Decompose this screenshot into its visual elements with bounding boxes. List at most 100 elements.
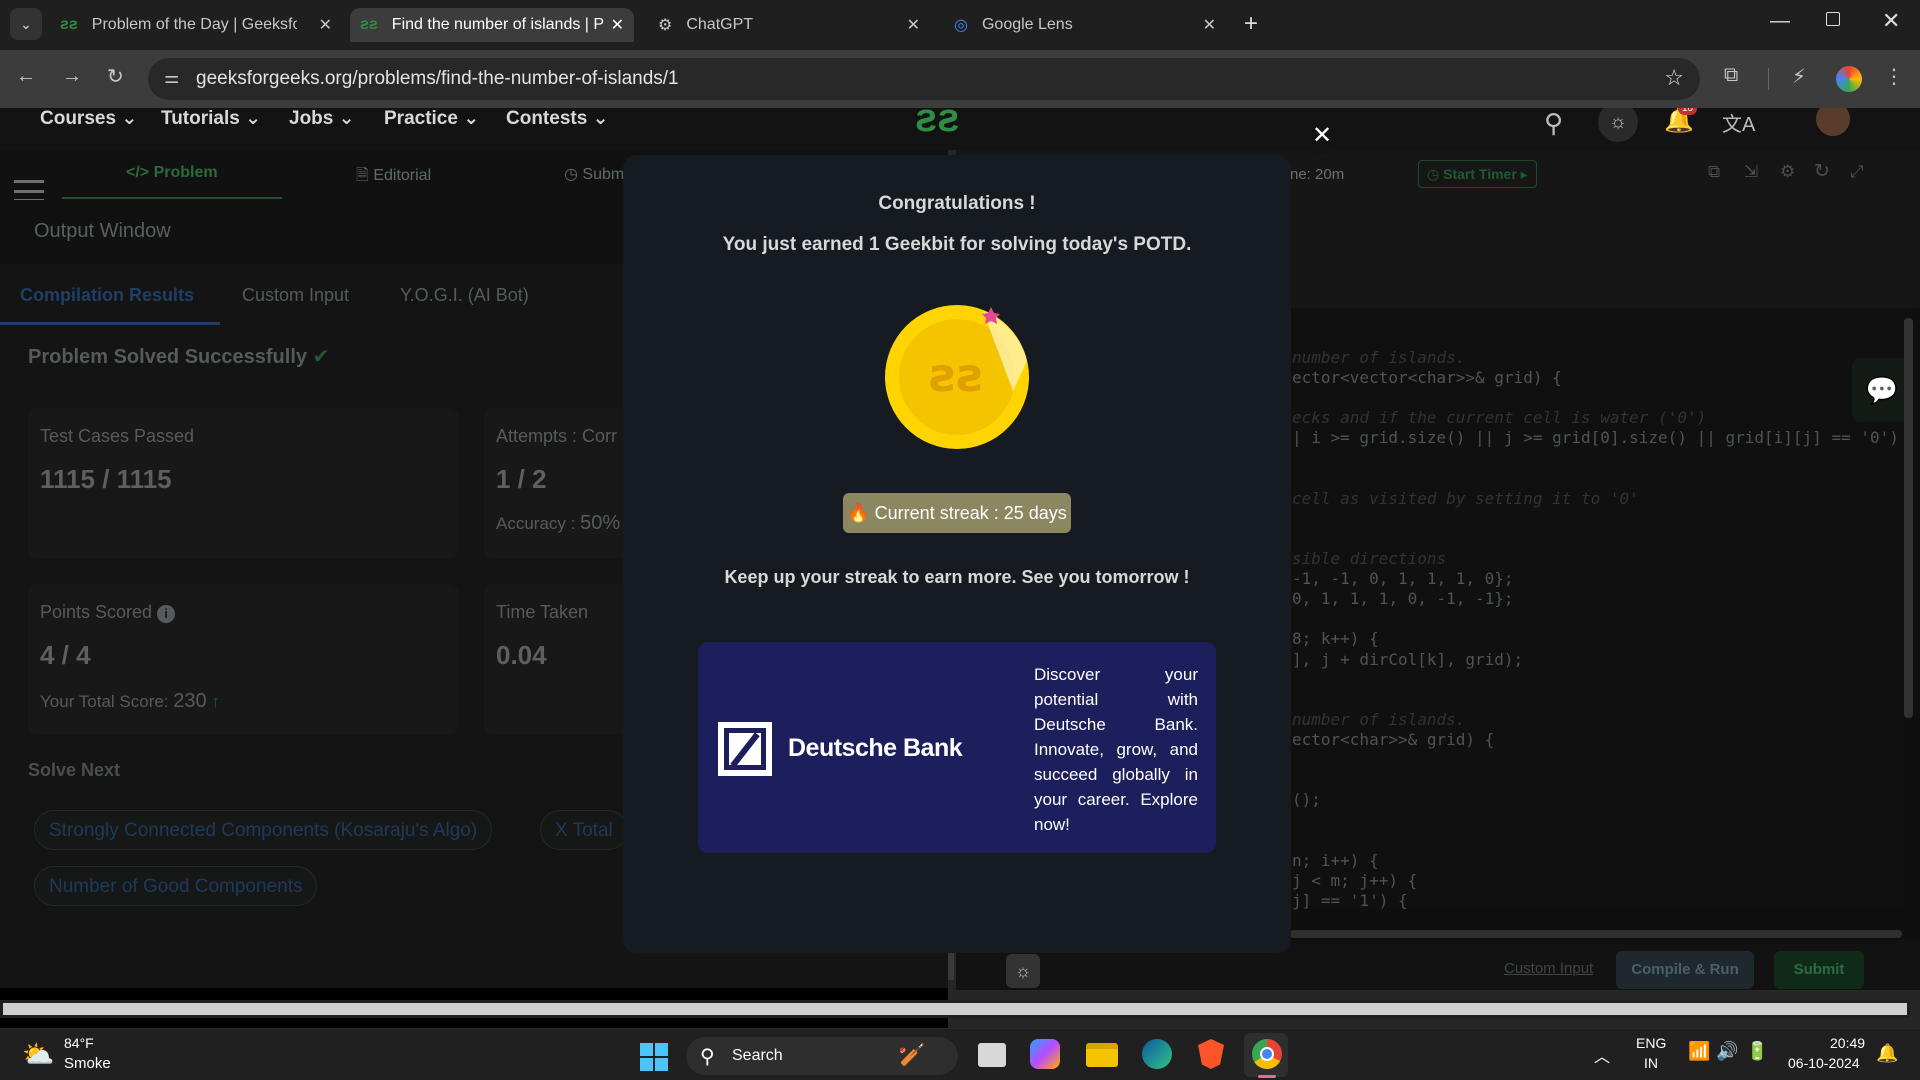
editor-hscrollbar[interactable] [1290,930,1902,938]
panel-splitter[interactable] [948,950,954,980]
edge-icon[interactable] [1142,1039,1172,1069]
minimize-button[interactable]: — [1770,10,1790,33]
close-tab-icon[interactable]: ✕ [1203,15,1216,35]
export-icon[interactable]: ⇲ [1744,162,1758,182]
site-info-icon[interactable]: ⚌ [164,68,179,88]
weather-desc: Smoke [64,1055,111,1072]
close-tab-icon[interactable]: ✕ [611,15,624,35]
notification-bell-icon[interactable]: 🔔 [1876,1043,1898,1064]
info-icon[interactable]: i [157,605,176,623]
editor-scrollbar[interactable] [1904,318,1913,718]
divider [1768,68,1769,90]
page-hscrollbar[interactable] [0,1000,1910,1018]
taskbar-search-box[interactable]: ⚲ Search 🏏 [686,1037,958,1075]
language-top[interactable]: ENG [1636,1035,1666,1051]
gfg-logo[interactable]: ƨƨ [915,108,960,141]
theme-toggle-icon[interactable]: ☼ [1598,108,1638,142]
task-view-icon[interactable] [978,1043,1006,1067]
volume-icon[interactable]: 🔊 [1716,1041,1738,1062]
user-avatar[interactable] [1816,108,1850,136]
translate-icon[interactable]: 文A [1722,108,1755,137]
clock-time[interactable]: 20:49 [1830,1035,1865,1051]
next-problem-chip[interactable]: X Total [540,810,628,850]
settings-gear-icon[interactable]: ⚙ [1780,162,1795,182]
extensions-icon[interactable]: ⧉ [1724,64,1738,87]
hamburger-menu-icon[interactable] [14,180,44,202]
deutsche-bank-ad[interactable]: Deutsche Bank Discover your potential wi… [698,642,1216,853]
tab-title: Google Lens [981,16,1073,33]
streak-badge: 🔥 Current streak : 25 days [843,493,1071,533]
nav-label: Jobs [289,108,334,129]
result-tab-custom-input[interactable]: Custom Input [242,285,349,306]
profile-avatar[interactable] [1836,66,1862,92]
performance-icon[interactable]: ⚡ [1792,64,1806,89]
code-line: ecks and if the current cell is water ('… [1292,408,1707,428]
tab-find-islands[interactable]: ƨƨ Find the number of islands | Pra ✕ [350,8,634,42]
chat-fab[interactable]: 💬 [1852,358,1912,422]
ad-brand-name: Deutsche Bank [788,734,963,762]
windows-start-icon[interactable] [640,1043,668,1071]
reset-icon[interactable]: ↻ [1814,160,1830,183]
tab-problem-of-the-day[interactable]: ƨƨ Problem of the Day | GeeksforG ✕ [52,8,342,42]
back-icon[interactable]: ← [16,65,36,88]
google-lens-favicon-icon: ◎ [954,17,968,34]
wifi-icon[interactable]: 📶 [1688,1041,1710,1062]
nav-tutorials[interactable]: Tutorials ⌄ [161,108,261,150]
reload-icon[interactable]: ↻ [107,64,124,89]
tab-google-lens[interactable]: ◎ Google Lens ✕ [948,8,1226,42]
tab-chatgpt[interactable]: ⚙ ChatGPT ✕ [650,8,930,42]
tab-title: Problem of the Day | GeeksforG [91,16,297,33]
code-line: j < m; j++) { [1292,870,1418,890]
nav-jobs[interactable]: Jobs ⌄ [289,108,355,150]
nav-contests[interactable]: Contests ⌄ [506,108,609,150]
chevron-down-icon: ⌄ [245,108,262,129]
close-tab-icon[interactable]: ✕ [319,15,332,35]
new-tab-button[interactable]: + [1244,10,1258,38]
accuracy-label: Accuracy : [496,514,576,533]
bulb-icon[interactable]: ☼ [1006,954,1040,988]
menu-kebab-icon[interactable]: ⋮ [1884,64,1904,89]
bookmark-star-icon[interactable]: ☆ [1664,65,1684,91]
show-hidden-icons-chevron[interactable]: ︿ [1594,1043,1610,1067]
restore-button[interactable] [1826,12,1840,26]
custom-input-link[interactable]: Custom Input [1504,960,1593,977]
weather-icon[interactable]: ⛅ [22,1039,54,1070]
tab-submissions[interactable]: ◷ Subm [564,164,624,184]
tab-editorial[interactable]: 🗎 Editorial [356,164,431,191]
fullscreen-icon[interactable]: ⤢ [1850,162,1864,182]
start-timer-button[interactable]: ◷ Start Timer ▸ [1418,160,1537,188]
compile-run-button[interactable]: Compile & Run [1616,951,1754,989]
copy-icon[interactable]: ⧉ [1708,162,1720,182]
battery-icon[interactable]: 🔋 [1746,1041,1768,1062]
chevron-down-icon: ⌄ [463,108,480,129]
search-icon[interactable]: ⚲ [1544,108,1563,139]
active-result-tab-underline [0,322,220,325]
card-label: Test Cases Passed [40,426,195,446]
chrome-icon[interactable] [1252,1039,1282,1069]
total-score-label: Your Total Score: [40,692,169,711]
tab-title: Find the number of islands | Pra [391,16,604,33]
solved-status-text: Problem Solved Successfully ✔ [28,344,329,369]
tab-title: ChatGPT [686,16,754,33]
close-window-button[interactable]: ✕ [1882,8,1900,34]
result-tab-compilation[interactable]: Compilation Results [20,285,194,306]
accuracy-value: 50% [580,512,621,534]
copilot-icon[interactable] [1030,1039,1060,1069]
next-problem-chip[interactable]: Strongly Connected Components (Kosaraju'… [34,810,493,850]
forward-icon[interactable]: → [62,65,82,88]
brave-icon[interactable] [1198,1039,1224,1069]
tab-problem[interactable]: </> Problem [126,164,218,182]
next-problem-chip[interactable]: Number of Good Components [34,866,318,906]
address-bar[interactable]: ⚌ geeksforgeeks.org/problems/find-the-nu… [148,58,1700,100]
nav-label: Tutorials [161,108,240,129]
nav-label: Courses [40,108,117,129]
tab-label: Subm [582,166,625,183]
close-modal-button[interactable]: ✕ [1304,118,1340,154]
close-tab-icon[interactable]: ✕ [907,15,920,35]
nav-courses[interactable]: Courses ⌄ [40,108,137,150]
nav-practice[interactable]: Practice ⌄ [384,108,479,150]
tab-search-button[interactable]: ⌄ [10,8,42,40]
file-explorer-icon[interactable] [1086,1043,1118,1067]
result-tab-yogi[interactable]: Y.O.G.I. (AI Bot) [400,285,529,306]
submit-button[interactable]: Submit [1774,951,1864,989]
